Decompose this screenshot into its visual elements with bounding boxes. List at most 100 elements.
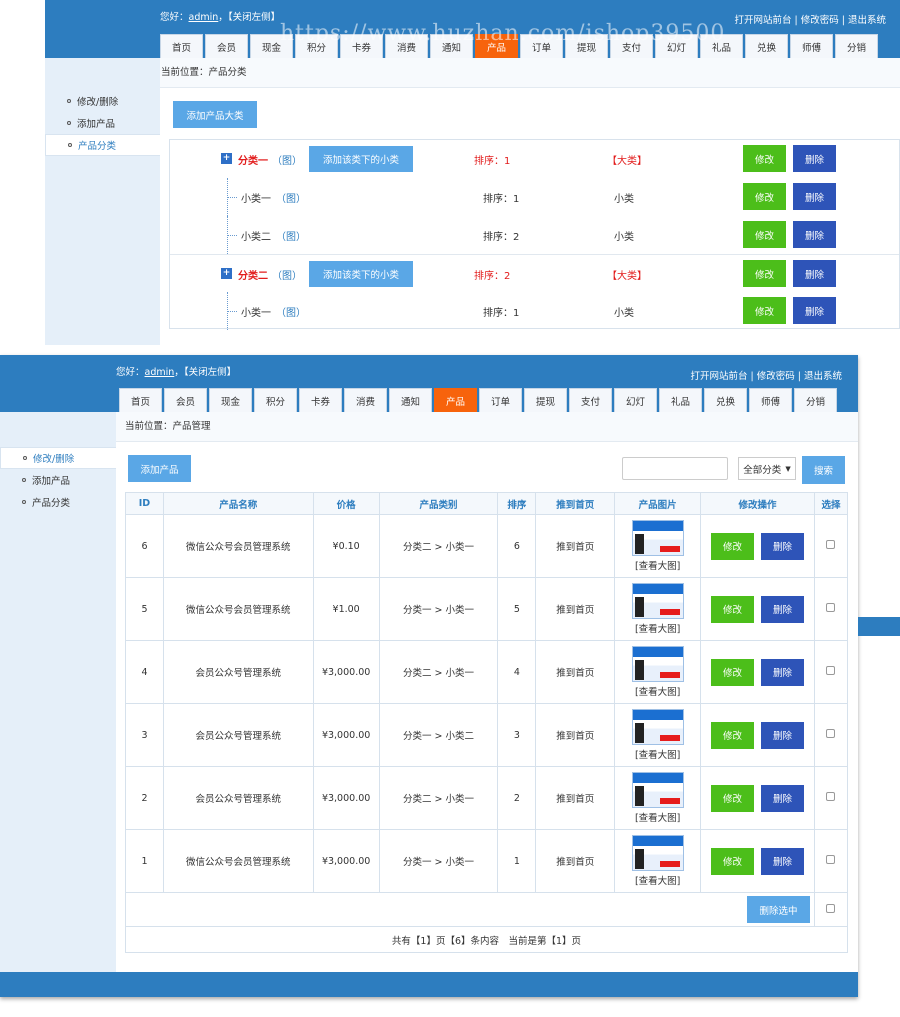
select-checkbox[interactable] bbox=[826, 855, 836, 864]
nav-tab-2[interactable]: 现金 bbox=[209, 388, 252, 412]
logout-link[interactable]: 退出系统 bbox=[848, 15, 886, 26]
category-name[interactable]: 小类二 bbox=[241, 228, 271, 243]
edit-button[interactable]: 修改 bbox=[743, 260, 786, 287]
nav-tab-13[interactable]: 兑换 bbox=[745, 34, 788, 58]
edit-button[interactable]: 修改 bbox=[743, 221, 786, 248]
push-home-link[interactable]: 推到首页 bbox=[535, 829, 616, 893]
product-thumbnail[interactable] bbox=[631, 583, 684, 619]
nav-tab-15[interactable]: 分销 bbox=[835, 34, 878, 58]
category-image-link[interactable]: （图） bbox=[272, 152, 302, 167]
delete-button[interactable]: 删除 bbox=[761, 847, 805, 875]
change-password-link[interactable]: 修改密码 bbox=[757, 371, 795, 382]
delete-button[interactable]: 删除 bbox=[761, 784, 805, 812]
open-front-link[interactable]: 打开网站前台 bbox=[734, 15, 791, 26]
nav-tab-6[interactable]: 通知 bbox=[430, 34, 473, 58]
nav-tab-7[interactable]: 产品 bbox=[434, 388, 477, 412]
delete-selected-button[interactable]: 删除选中 bbox=[746, 896, 810, 923]
category-image-link[interactable]: （图） bbox=[272, 267, 302, 282]
nav-tab-4[interactable]: 卡券 bbox=[299, 388, 342, 412]
nav-tab-8[interactable]: 订单 bbox=[479, 388, 522, 412]
nav-tab-0[interactable]: 首页 bbox=[160, 34, 203, 58]
add-product-button[interactable]: 添加产品 bbox=[128, 455, 191, 482]
nav-tab-4[interactable]: 卡券 bbox=[340, 34, 383, 58]
search-button[interactable]: 搜索 bbox=[802, 456, 845, 484]
delete-button[interactable]: 删除 bbox=[793, 221, 836, 248]
edit-button[interactable]: 修改 bbox=[743, 145, 786, 172]
nav-tab-9[interactable]: 提现 bbox=[524, 388, 567, 412]
sidebar-item-0[interactable]: 修改/删除 bbox=[45, 90, 160, 112]
view-large-link[interactable]: [查看大图] bbox=[615, 747, 700, 761]
push-home-link[interactable]: 推到首页 bbox=[535, 703, 616, 767]
sidebar-item-0[interactable]: 修改/删除 bbox=[0, 447, 118, 469]
nav-tab-7[interactable]: 产品 bbox=[475, 34, 518, 58]
push-home-link[interactable]: 推到首页 bbox=[535, 577, 616, 641]
delete-button[interactable]: 删除 bbox=[793, 145, 836, 172]
delete-button[interactable]: 删除 bbox=[761, 658, 805, 686]
edit-button[interactable]: 修改 bbox=[711, 595, 755, 623]
product-thumbnail[interactable] bbox=[631, 520, 684, 556]
change-password-link[interactable]: 修改密码 bbox=[801, 15, 839, 26]
category-image-link[interactable]: （图） bbox=[276, 304, 306, 319]
view-large-link[interactable]: [查看大图] bbox=[615, 621, 700, 635]
select-checkbox[interactable] bbox=[826, 729, 836, 738]
nav-tab-9[interactable]: 提现 bbox=[565, 34, 608, 58]
nav-tab-10[interactable]: 支付 bbox=[610, 34, 653, 58]
category-select[interactable]: 全部分类 ▼ bbox=[738, 457, 796, 480]
search-input[interactable] bbox=[622, 457, 728, 480]
nav-tab-12[interactable]: 礼品 bbox=[700, 34, 743, 58]
category-name[interactable]: 分类一 bbox=[238, 152, 268, 167]
delete-button[interactable]: 删除 bbox=[761, 532, 805, 560]
view-large-link[interactable]: [查看大图] bbox=[615, 558, 700, 572]
user-link[interactable]: admin bbox=[145, 367, 175, 378]
user-link[interactable]: admin bbox=[189, 12, 219, 23]
nav-tab-14[interactable]: 师傅 bbox=[790, 34, 833, 58]
nav-tab-14[interactable]: 师傅 bbox=[749, 388, 792, 412]
nav-tab-1[interactable]: 会员 bbox=[164, 388, 207, 412]
edit-button[interactable]: 修改 bbox=[711, 784, 755, 812]
edit-button[interactable]: 修改 bbox=[711, 721, 755, 749]
edit-button[interactable]: 修改 bbox=[711, 847, 755, 875]
delete-button[interactable]: 删除 bbox=[761, 721, 805, 749]
sidebar-item-1[interactable]: 添加产品 bbox=[45, 112, 160, 134]
category-name[interactable]: 小类一 bbox=[241, 304, 271, 319]
product-thumbnail[interactable] bbox=[631, 772, 684, 808]
view-large-link[interactable]: [查看大图] bbox=[615, 873, 700, 887]
add-subcategory-button[interactable]: 添加该类下的小类 bbox=[309, 146, 413, 172]
add-category-button[interactable]: 添加产品大类 bbox=[173, 101, 257, 128]
view-large-link[interactable]: [查看大图] bbox=[615, 810, 700, 824]
nav-tab-1[interactable]: 会员 bbox=[205, 34, 248, 58]
edit-button[interactable]: 修改 bbox=[711, 532, 755, 560]
nav-tab-2[interactable]: 现金 bbox=[250, 34, 293, 58]
sidebar-item-2[interactable]: 产品分类 bbox=[0, 491, 116, 513]
category-name[interactable]: 小类一 bbox=[241, 190, 271, 205]
open-front-link[interactable]: 打开网站前台 bbox=[690, 371, 747, 382]
delete-button[interactable]: 删除 bbox=[793, 297, 836, 324]
close-left-link[interactable]: 【关闭左侧】 bbox=[184, 367, 236, 378]
category-image-link[interactable]: （图） bbox=[276, 228, 306, 243]
sidebar-item-1[interactable]: 添加产品 bbox=[0, 469, 116, 491]
nav-tab-11[interactable]: 幻灯 bbox=[655, 34, 698, 58]
select-checkbox[interactable] bbox=[826, 540, 836, 549]
product-thumbnail[interactable] bbox=[631, 646, 684, 682]
expand-icon[interactable]: + bbox=[221, 153, 232, 164]
nav-tab-11[interactable]: 幻灯 bbox=[614, 388, 657, 412]
close-left-link[interactable]: 【关闭左侧】 bbox=[228, 12, 280, 23]
product-thumbnail[interactable] bbox=[631, 709, 684, 745]
logout-link[interactable]: 退出系统 bbox=[804, 371, 842, 382]
select-checkbox[interactable] bbox=[826, 603, 836, 612]
product-thumbnail[interactable] bbox=[631, 835, 684, 871]
push-home-link[interactable]: 推到首页 bbox=[535, 766, 616, 830]
nav-tab-6[interactable]: 通知 bbox=[389, 388, 432, 412]
select-checkbox[interactable] bbox=[826, 666, 836, 675]
add-subcategory-button[interactable]: 添加该类下的小类 bbox=[309, 261, 413, 287]
nav-tab-12[interactable]: 礼品 bbox=[659, 388, 702, 412]
nav-tab-5[interactable]: 消费 bbox=[385, 34, 428, 58]
delete-button[interactable]: 删除 bbox=[761, 595, 805, 623]
nav-tab-15[interactable]: 分销 bbox=[794, 388, 837, 412]
delete-button[interactable]: 删除 bbox=[793, 183, 836, 210]
push-home-link[interactable]: 推到首页 bbox=[535, 514, 616, 578]
view-large-link[interactable]: [查看大图] bbox=[615, 684, 700, 698]
delete-button[interactable]: 删除 bbox=[793, 260, 836, 287]
nav-tab-3[interactable]: 积分 bbox=[295, 34, 338, 58]
nav-tab-13[interactable]: 兑换 bbox=[704, 388, 747, 412]
